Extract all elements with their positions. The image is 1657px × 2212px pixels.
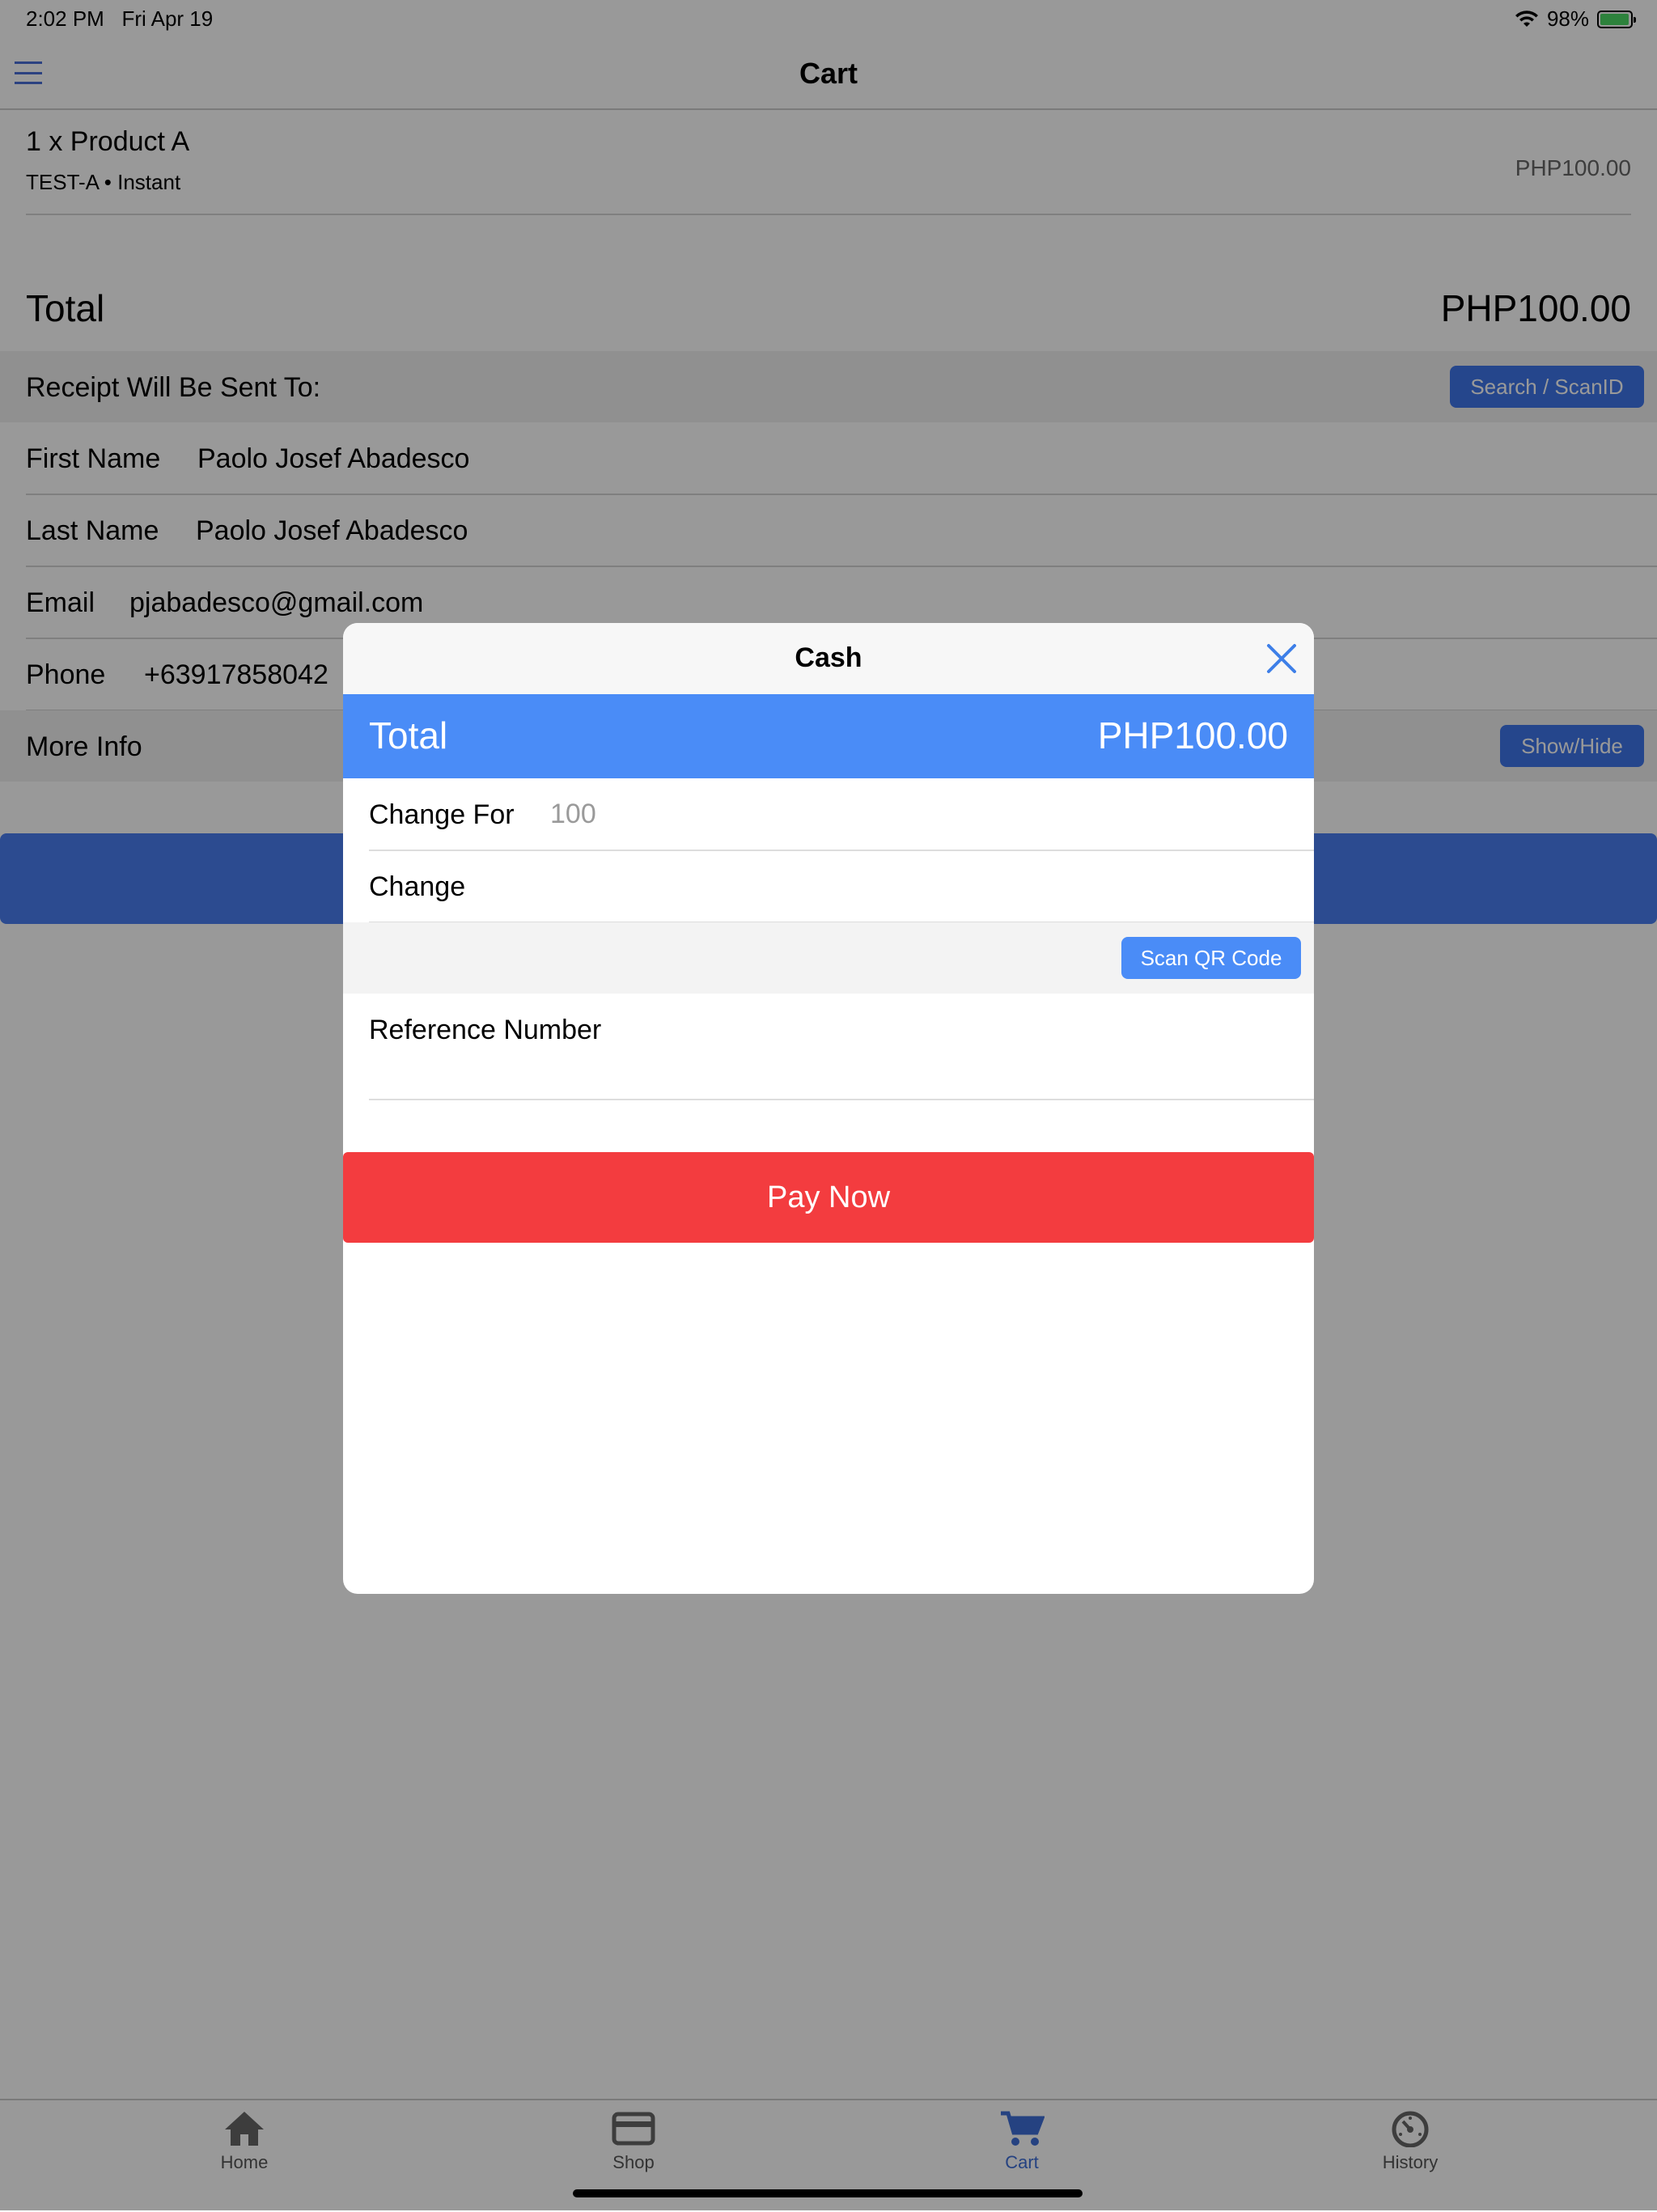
pay-now-button[interactable]: Pay Now: [343, 1152, 1314, 1243]
reference-number-row[interactable]: Reference Number: [369, 994, 1314, 1100]
change-for-row: Change For: [369, 778, 1314, 851]
change-for-input[interactable]: [550, 793, 1278, 835]
modal-total-bar: Total PHP100.00: [343, 694, 1314, 778]
change-label: Change: [369, 871, 466, 902]
cash-modal: Cash Total PHP100.00 Change For Change S…: [343, 623, 1314, 1594]
change-for-label: Change For: [369, 799, 515, 830]
modal-title: Cash: [795, 642, 862, 673]
modal-total-label: Total: [369, 714, 448, 756]
modal-header: Cash: [343, 623, 1314, 694]
change-row: Change: [369, 850, 1314, 923]
qr-strip: Scan QR Code: [343, 922, 1314, 994]
reference-number-label: Reference Number: [369, 1015, 602, 1045]
modal-total-value: PHP100.00: [1097, 714, 1288, 756]
scan-qr-button[interactable]: Scan QR Code: [1121, 937, 1301, 979]
close-icon[interactable]: [1262, 639, 1301, 678]
